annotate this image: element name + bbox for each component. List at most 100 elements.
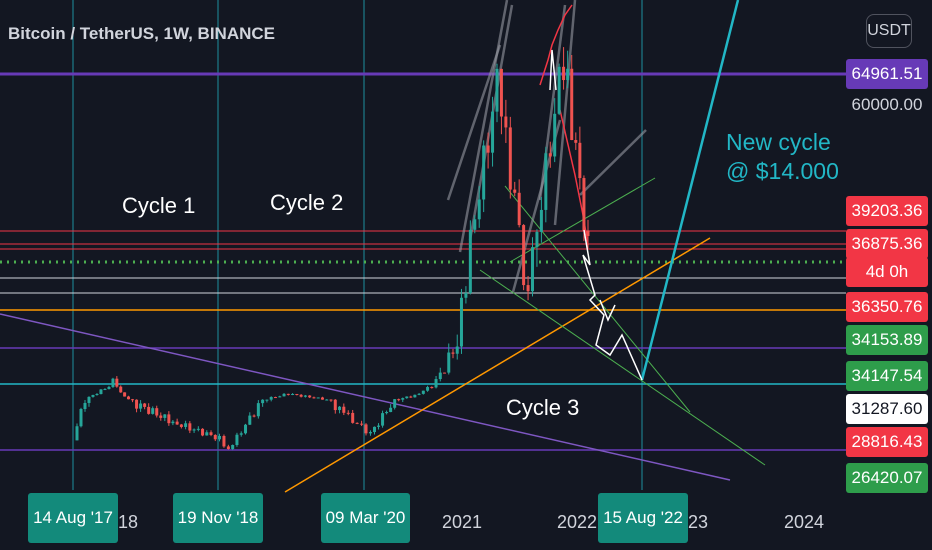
candle-body — [447, 352, 451, 373]
candle-body — [372, 426, 376, 433]
new-cycle-line1: New cycle — [726, 129, 831, 155]
candle-body — [325, 399, 329, 401]
candle-body — [377, 425, 381, 427]
candle-body — [218, 435, 222, 440]
candle-body — [351, 412, 355, 423]
candle-body — [239, 433, 243, 435]
candle-body — [282, 393, 286, 397]
candle-body — [222, 435, 226, 447]
white-zigzag-projection — [582, 229, 643, 381]
candle-body — [295, 393, 299, 395]
candle-body — [256, 403, 260, 417]
candle-body — [226, 446, 230, 450]
new-cycle-projection-line — [640, 0, 740, 381]
candle-body — [526, 285, 530, 292]
candle-body — [482, 145, 486, 200]
price-chart[interactable] — [0, 0, 932, 550]
candle-body — [209, 432, 213, 435]
candle-body — [184, 423, 188, 427]
cycle-1-label: Cycle 1 — [122, 193, 196, 218]
projection-path — [549, 49, 643, 381]
candle-body — [473, 219, 477, 230]
grey-fan-line-3 — [538, 4, 567, 201]
candle-body — [504, 116, 508, 128]
candle-body — [175, 421, 179, 425]
candle-body — [303, 395, 307, 397]
candle-body — [381, 413, 385, 426]
candle-body — [491, 111, 495, 153]
candle-body — [123, 392, 127, 397]
cycle-3-label: Cycle 3 — [506, 395, 580, 420]
date-tag-aug-22: 15 Aug '22 — [598, 493, 688, 543]
candle-body — [535, 231, 539, 248]
candle-body — [75, 426, 79, 441]
candle-body — [553, 113, 557, 157]
candle-body — [413, 394, 417, 398]
candle-body — [531, 247, 535, 292]
candle-body — [135, 399, 139, 409]
candle-body — [91, 394, 95, 397]
candle-body — [508, 127, 512, 190]
candle-body — [459, 297, 463, 347]
candle-body — [401, 398, 405, 400]
candle-body — [79, 409, 83, 427]
date-tag-nov-18: 19 Nov '18 — [173, 493, 263, 543]
price-tag-5: 34153.89 — [846, 325, 928, 355]
green-channel-lower — [479, 269, 766, 466]
candle-body — [338, 406, 342, 411]
candle-body — [346, 412, 350, 414]
candle-body — [291, 393, 295, 395]
candle-body — [248, 415, 252, 425]
price-tag-8: 28816.43 — [846, 427, 928, 457]
candle-body — [196, 428, 200, 430]
candle-body — [333, 399, 337, 411]
date-tag-mar-20: 09 Mar '20 — [321, 493, 410, 543]
candle-body — [426, 387, 430, 391]
candle-body — [192, 429, 196, 431]
candle-body — [360, 423, 364, 425]
candle-body — [312, 397, 316, 399]
year-label-2021: 2021 — [442, 512, 483, 532]
candle-body — [213, 434, 217, 440]
year-label-18: 18 — [118, 512, 139, 532]
candle-body — [443, 372, 447, 374]
price-tag-2: 36875.36 — [846, 229, 928, 259]
candle-body — [299, 394, 303, 397]
candle-body — [562, 66, 566, 81]
candle-body — [570, 68, 574, 141]
candle-body — [115, 378, 119, 387]
candle-body — [308, 395, 312, 398]
price-tag-7: 31287.60 — [846, 394, 928, 424]
candle-body — [126, 396, 130, 400]
candle-body — [421, 390, 425, 394]
candle-body — [143, 403, 147, 407]
candle-body — [477, 199, 481, 220]
date-tag-aug-17: 14 Aug '17 — [28, 493, 118, 543]
price-tag-1: 39203.36 — [846, 196, 928, 226]
candle-body — [188, 423, 192, 431]
candle-body — [87, 396, 91, 403]
candle-body — [548, 153, 552, 157]
candle-body — [329, 399, 333, 401]
candle-body — [131, 399, 135, 401]
candle-body — [451, 352, 455, 354]
candle-body — [265, 399, 269, 401]
candle-body — [244, 424, 248, 434]
currency-button[interactable]: USDT — [866, 14, 912, 48]
candle-body — [578, 142, 582, 179]
price-tag-9: 26420.07 — [846, 463, 928, 493]
candle-body — [163, 414, 167, 418]
candle-body — [167, 414, 171, 424]
candle-body — [286, 393, 290, 395]
candle-body — [147, 406, 151, 414]
candle-body — [385, 412, 389, 414]
grey-fan-line-5 — [579, 129, 647, 196]
candle-body — [566, 68, 570, 81]
candle-body — [574, 140, 578, 143]
candle-body — [179, 424, 183, 427]
candle-body — [539, 209, 543, 232]
candle-body — [389, 407, 393, 413]
year-label-23: 23 — [688, 512, 709, 532]
candle-body — [434, 379, 438, 388]
candle-body — [316, 397, 320, 399]
